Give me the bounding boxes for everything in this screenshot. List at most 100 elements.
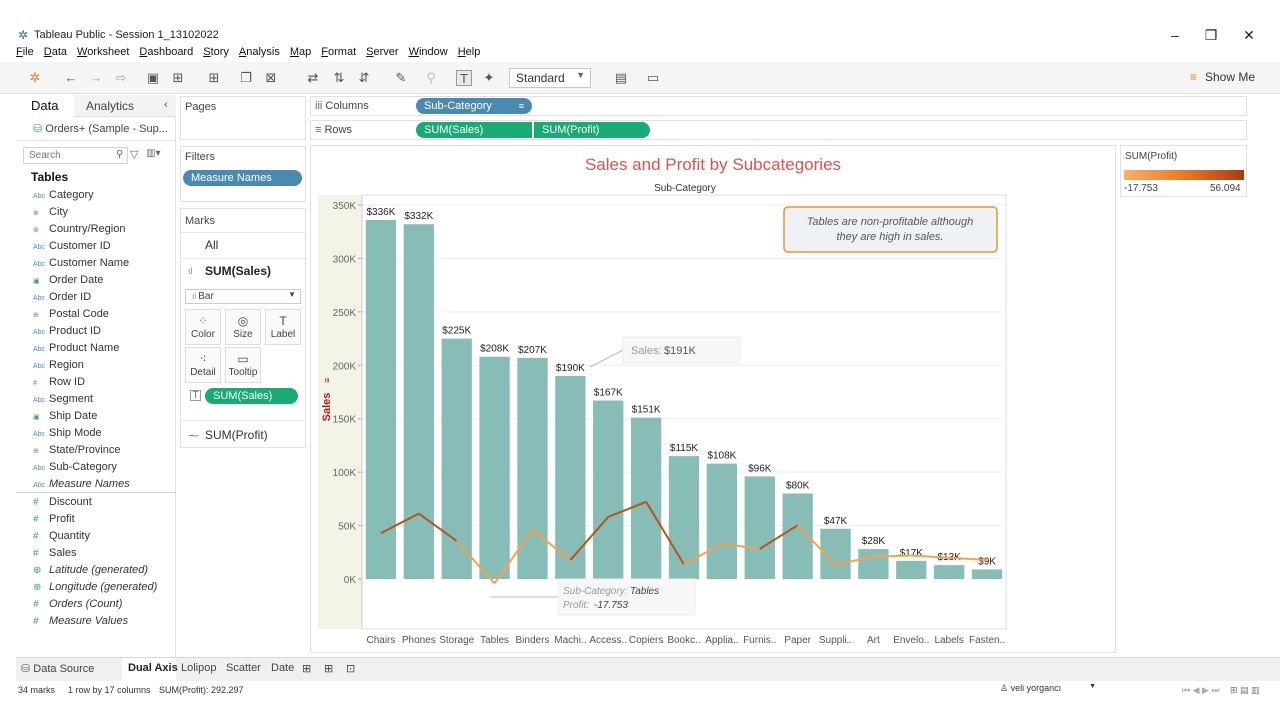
collapse-pane-icon[interactable]: ‹ xyxy=(164,99,168,111)
duplicate-sheet-icon[interactable]: ❐ xyxy=(238,70,254,86)
tab-scatter[interactable]: Scatter xyxy=(226,662,261,674)
replay-icon[interactable]: ⇨ xyxy=(113,70,129,86)
sort-ascending-icon[interactable]: ⇅ xyxy=(331,70,347,86)
sales-bar[interactable] xyxy=(744,476,775,579)
sales-bar[interactable] xyxy=(971,569,1003,579)
new-dashboard-icon[interactable]: ⊞ xyxy=(324,662,333,675)
field-region[interactable]: Abc Region xyxy=(33,359,84,376)
filter-pill-measure-names[interactable]: Measure Names xyxy=(183,170,302,186)
menu-data[interactable]: Data xyxy=(44,46,67,62)
rows-pill-sum-sales[interactable]: SUM(Sales) xyxy=(416,122,532,138)
filter-icon[interactable]: ▽ xyxy=(130,148,138,161)
field-orders-count[interactable]: # Orders (Count) xyxy=(33,598,122,615)
sales-bar[interactable] xyxy=(858,549,889,579)
field-profit[interactable]: # Profit xyxy=(33,513,75,530)
tab-data-source[interactable]: ⛁ Data Source xyxy=(21,662,94,675)
field-postal-code[interactable]: ⊕ Postal Code xyxy=(33,308,109,325)
menu-file[interactable]: File xyxy=(16,46,34,62)
field-ship-mode[interactable]: Abc Ship Mode xyxy=(33,427,102,444)
view-options-icon[interactable]: ▥▾ xyxy=(146,148,160,159)
tab-date[interactable]: Date xyxy=(271,662,294,674)
presentation-mode-icon[interactable]: ▭ xyxy=(645,70,661,86)
label-pill-sum-sales[interactable]: SUM(Sales) xyxy=(205,388,298,404)
tableau-home-icon[interactable]: ✲ xyxy=(27,70,43,86)
marks-all-tab[interactable]: All xyxy=(205,238,218,252)
sales-bar[interactable] xyxy=(365,219,397,579)
menu-map[interactable]: Map xyxy=(290,46,311,62)
dual-axis-chart[interactable]: Sales and Profit by Subcategories Sub-Ca… xyxy=(310,145,1116,653)
annotation-box[interactable] xyxy=(783,206,998,253)
color-button[interactable]: ⁘ Color xyxy=(185,309,221,345)
sales-bar[interactable] xyxy=(403,224,434,579)
rows-pill-sum-profit[interactable]: SUM(Profit) xyxy=(534,122,650,138)
datasource-name[interactable]: ⛁ Orders+ (Sample - Sup... xyxy=(33,122,168,135)
clear-sheet-icon[interactable]: ⊠ xyxy=(263,70,279,86)
tooltip-button[interactable]: ▭ Tooltip xyxy=(225,347,261,383)
show-cards-icon[interactable]: ▤ xyxy=(613,70,629,86)
field-category[interactable]: Abc Category xyxy=(33,189,94,206)
field-sales[interactable]: # Sales xyxy=(33,547,77,564)
menu-dashboard[interactable]: Dashboard xyxy=(139,46,193,62)
show-me-icon[interactable]: ≡ xyxy=(1190,70,1197,84)
label-button[interactable]: T Label xyxy=(265,309,301,345)
sales-bar[interactable] xyxy=(479,356,510,579)
show-labels-icon[interactable]: T xyxy=(456,70,472,86)
menu-server[interactable]: Server xyxy=(366,46,398,62)
close-button[interactable]: ✕ xyxy=(1234,26,1264,44)
sales-bar[interactable] xyxy=(441,338,472,579)
sales-bar[interactable] xyxy=(668,456,700,579)
field-order-id[interactable]: Abc Order ID xyxy=(33,291,91,308)
pin-icon[interactable]: ✦ xyxy=(481,70,497,86)
sales-bar[interactable] xyxy=(706,463,738,579)
menu-format[interactable]: Format xyxy=(321,46,356,62)
redo-icon[interactable]: → xyxy=(88,70,104,86)
tab-dual-axis[interactable]: Dual Axis xyxy=(128,662,178,674)
field-measure-values[interactable]: # Measure Values xyxy=(33,615,128,632)
tab-lolipop[interactable]: Lolipop xyxy=(181,662,216,674)
highlight-icon[interactable]: ✎ xyxy=(393,70,409,86)
sales-bar[interactable] xyxy=(593,400,624,579)
detail-button[interactable]: ⁖ Detail xyxy=(185,347,221,383)
show-me-button[interactable]: Show Me xyxy=(1205,70,1255,84)
menu-worksheet[interactable]: Worksheet xyxy=(77,46,129,62)
field-discount[interactable]: # Discount xyxy=(33,496,92,513)
field-state-province[interactable]: ⊕ State/Province xyxy=(33,444,121,461)
group-icon[interactable]: ⚲ xyxy=(423,70,439,86)
view-sheet-sorter-icon[interactable]: ⊞ ▤ ▥ xyxy=(1230,685,1260,696)
field-sub-category[interactable]: Abc Sub-Category xyxy=(33,461,117,478)
columns-pill-sub-category[interactable]: Sub-Category ≡ xyxy=(416,98,532,114)
minimize-button[interactable]: – xyxy=(1160,26,1190,44)
field-product-id[interactable]: Abc Product ID xyxy=(33,325,101,342)
field-city[interactable]: ⊕ City xyxy=(33,206,68,223)
field-latitude-generated[interactable]: ⊕ Latitude (generated) xyxy=(33,564,148,581)
sort-descending-icon[interactable]: ⇵ xyxy=(356,70,372,86)
marks-sum-sales-tab[interactable]: SUM(Sales) xyxy=(205,264,271,278)
field-row-id[interactable]: # Row ID xyxy=(33,376,85,393)
fit-select[interactable]: Standard ▼ xyxy=(509,68,591,88)
new-story-icon[interactable]: ⊡ xyxy=(346,662,355,675)
maximize-button[interactable]: ❐ xyxy=(1196,26,1226,44)
field-customer-name[interactable]: Abc Customer Name xyxy=(33,257,129,274)
menu-analysis[interactable]: Analysis xyxy=(239,46,280,62)
search-input[interactable] xyxy=(23,147,128,164)
field-segment[interactable]: Abc Segment xyxy=(33,393,93,410)
undo-icon[interactable]: ← xyxy=(63,70,79,86)
field-ship-date[interactable]: ▣ Ship Date xyxy=(33,410,97,427)
sales-bar[interactable] xyxy=(630,417,662,579)
new-worksheet-icon[interactable]: ⊞ xyxy=(206,70,222,86)
sheet-navigation-icon[interactable]: ⏮ ◀ ▶ ⏭ xyxy=(1182,685,1220,696)
field-order-date[interactable]: ▣ Order Date xyxy=(33,274,103,291)
mark-type-select[interactable]: ıl Bar ▼ xyxy=(185,289,301,304)
new-worksheet-icon[interactable]: ⊞ xyxy=(302,662,311,675)
sales-bar[interactable] xyxy=(934,565,965,579)
tab-analytics[interactable]: Analytics xyxy=(86,99,134,113)
swap-icon[interactable]: ⇄ xyxy=(305,70,321,86)
marks-sum-profit-tab[interactable]: SUM(Profit) xyxy=(205,428,268,442)
tab-data[interactable]: Data xyxy=(31,98,58,113)
sales-bar[interactable] xyxy=(896,560,927,579)
menu-help[interactable]: Help xyxy=(458,46,481,62)
user-select[interactable]: ♙ veli yorgancı ▼ xyxy=(1000,683,1098,696)
menu-story[interactable]: Story xyxy=(203,46,229,62)
size-button[interactable]: ◎ Size xyxy=(225,309,261,345)
menu-window[interactable]: Window xyxy=(409,46,448,62)
